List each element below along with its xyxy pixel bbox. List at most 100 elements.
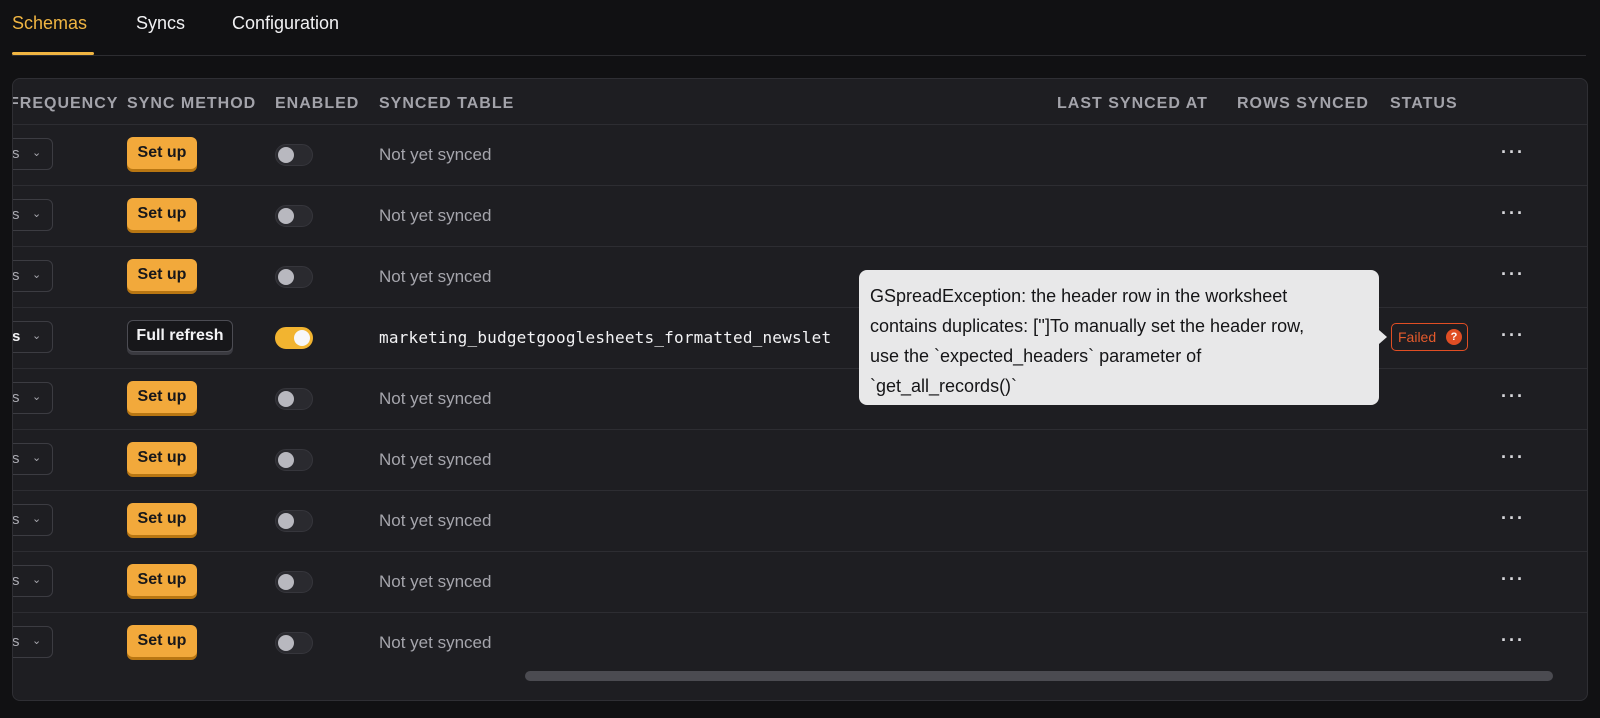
tooltip-line: contains duplicates: ['']To manually set…: [870, 316, 1305, 336]
enabled-toggle[interactable]: [275, 510, 313, 532]
more-horizontal-icon[interactable]: ···: [1501, 569, 1525, 590]
synced-table-name: Not yet synced: [379, 633, 492, 652]
toggle-knob: [278, 513, 294, 529]
synced-table-name: marketing_budgetgooglesheets_formatted_n…: [379, 328, 832, 347]
frequency-value: s: [12, 511, 20, 528]
frequency-value: s: [12, 389, 20, 406]
tooltip-line: `get_all_records()`: [870, 376, 1018, 396]
enabled-toggle[interactable]: [275, 205, 313, 227]
header-status[interactable]: STATUS: [1390, 95, 1458, 113]
header-sync-method[interactable]: SYNC METHOD: [127, 95, 256, 113]
enabled-toggle[interactable]: [275, 327, 313, 349]
frequency-select[interactable]: s ⌄: [12, 321, 53, 353]
horizontal-scrollbar[interactable]: [525, 671, 1553, 681]
table-row: s ⌄ Set up Not yet synced ···: [13, 185, 1587, 247]
frequency-value: s: [12, 267, 20, 284]
set-up-button[interactable]: Set up: [127, 442, 197, 474]
set-up-button[interactable]: Set up: [127, 381, 197, 413]
table-row: s ⌄ Set up Not yet synced ···: [13, 490, 1587, 552]
set-up-button[interactable]: Set up: [127, 259, 197, 291]
full-refresh-button[interactable]: Full refresh: [127, 320, 233, 352]
toggle-knob: [278, 574, 294, 590]
frequency-value: s: [12, 450, 20, 467]
schema-tabs: Schemas Syncs Configuration: [12, 0, 1586, 56]
table-row: s ⌄ Set up Not yet synced ···: [13, 429, 1587, 491]
set-up-button[interactable]: Set up: [127, 503, 197, 535]
chevron-down-icon: ⌄: [32, 330, 42, 342]
frequency-value: s: [12, 328, 21, 345]
more-horizontal-icon[interactable]: ···: [1501, 630, 1525, 651]
synced-table-name: Not yet synced: [379, 145, 492, 164]
toggle-knob: [278, 269, 294, 285]
chevron-down-icon: ⌄: [32, 147, 42, 159]
chevron-down-icon: ⌄: [32, 513, 42, 525]
toggle-knob: [278, 147, 294, 163]
more-horizontal-icon[interactable]: ···: [1501, 325, 1525, 346]
header-rows-synced[interactable]: ROWS SYNCED: [1237, 95, 1369, 113]
synced-table-name: Not yet synced: [379, 572, 492, 591]
synced-table-name: Not yet synced: [379, 511, 492, 530]
enabled-toggle[interactable]: [275, 571, 313, 593]
more-horizontal-icon[interactable]: ···: [1501, 264, 1525, 285]
more-horizontal-icon[interactable]: ···: [1501, 386, 1525, 407]
frequency-select[interactable]: s ⌄: [12, 626, 53, 658]
active-tab-indicator: [12, 52, 94, 55]
more-horizontal-icon[interactable]: ···: [1501, 203, 1525, 224]
enabled-toggle[interactable]: [275, 266, 313, 288]
synced-table-name: Not yet synced: [379, 206, 492, 225]
synced-table-name: Not yet synced: [379, 450, 492, 469]
more-horizontal-icon[interactable]: ···: [1501, 447, 1525, 468]
header-frequency[interactable]: FREQUENCY: [13, 95, 118, 113]
chevron-down-icon: ⌄: [32, 269, 42, 281]
frequency-select[interactable]: s ⌄: [12, 199, 53, 231]
frequency-value: s: [12, 206, 20, 223]
tooltip-line: GSpreadException: the header row in the …: [870, 286, 1288, 306]
frequency-select[interactable]: s ⌄: [12, 260, 53, 292]
status-label: Failed: [1398, 329, 1437, 345]
tooltip-line: use the `expected_headers` parameter of: [870, 346, 1202, 366]
more-horizontal-icon[interactable]: ···: [1501, 508, 1525, 529]
tab-configuration[interactable]: Configuration: [232, 13, 339, 34]
synced-table-name: Not yet synced: [379, 389, 492, 408]
toggle-knob: [294, 330, 310, 346]
table-row: s ⌄ Set up Not yet synced ···: [13, 551, 1587, 613]
chevron-down-icon: ⌄: [32, 635, 42, 647]
frequency-value: s: [12, 145, 20, 162]
tab-schemas[interactable]: Schemas: [12, 13, 87, 34]
tab-syncs[interactable]: Syncs: [136, 13, 185, 34]
table-row: s ⌄ Set up Not yet synced ···: [13, 124, 1587, 186]
header-enabled[interactable]: ENABLED: [275, 95, 359, 113]
frequency-select[interactable]: s ⌄: [12, 138, 53, 170]
toggle-knob: [278, 452, 294, 468]
toggle-knob: [278, 208, 294, 224]
more-horizontal-icon[interactable]: ···: [1501, 142, 1525, 163]
frequency-select[interactable]: s ⌄: [12, 504, 53, 536]
toggle-knob: [278, 391, 294, 407]
chevron-down-icon: ⌄: [32, 574, 42, 586]
frequency-select[interactable]: s ⌄: [12, 565, 53, 597]
error-tooltip: GSpreadException: the header row in the …: [859, 270, 1379, 405]
enabled-toggle[interactable]: [275, 388, 313, 410]
chevron-down-icon: ⌄: [32, 208, 42, 220]
set-up-button[interactable]: Set up: [127, 198, 197, 230]
question-circle-icon[interactable]: ?: [1446, 329, 1462, 345]
enabled-toggle[interactable]: [275, 449, 313, 471]
enabled-toggle[interactable]: [275, 144, 313, 166]
header-synced-table[interactable]: SYNCED TABLE: [379, 95, 514, 113]
toggle-knob: [278, 635, 294, 651]
frequency-value: s: [12, 572, 20, 589]
frequency-select[interactable]: s ⌄: [12, 443, 53, 475]
set-up-button[interactable]: Set up: [127, 137, 197, 169]
table-row: s ⌄ Set up Not yet synced ···: [13, 612, 1587, 674]
tooltip-arrow: [1379, 330, 1387, 344]
synced-table-name: Not yet synced: [379, 267, 492, 286]
header-last-synced-at[interactable]: LAST SYNCED AT: [1057, 95, 1208, 113]
status-badge-failed[interactable]: Failed ?: [1391, 323, 1468, 351]
frequency-select[interactable]: s ⌄: [12, 382, 53, 414]
chevron-down-icon: ⌄: [32, 452, 42, 464]
set-up-button[interactable]: Set up: [127, 564, 197, 596]
enabled-toggle[interactable]: [275, 632, 313, 654]
chevron-down-icon: ⌄: [32, 391, 42, 403]
set-up-button[interactable]: Set up: [127, 625, 197, 657]
frequency-value: s: [12, 633, 20, 650]
